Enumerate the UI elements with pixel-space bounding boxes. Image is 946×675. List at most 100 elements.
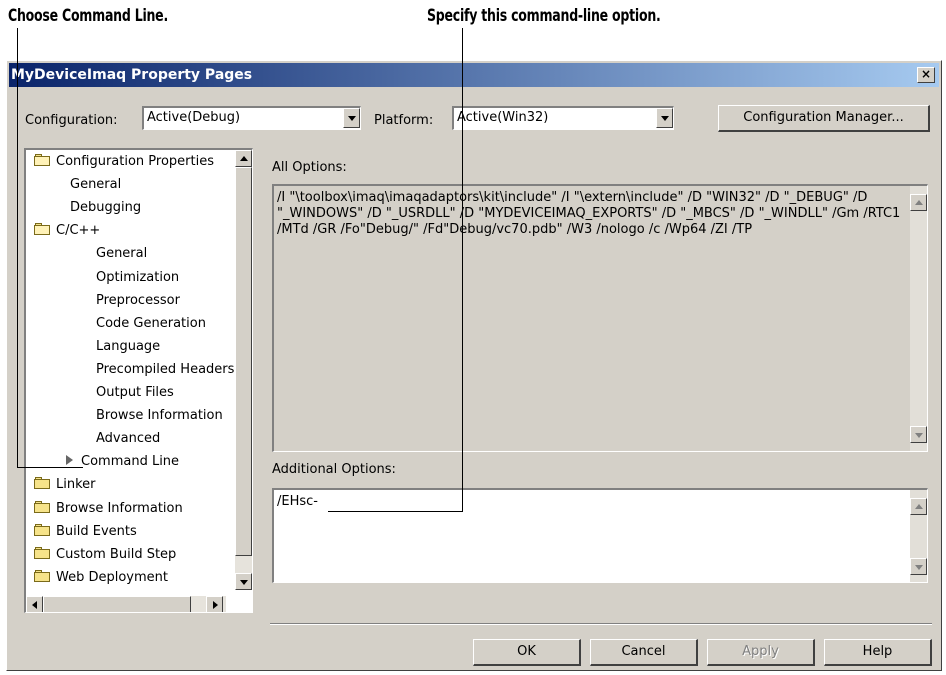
selected-arrow-icon [66, 455, 73, 466]
tree-item-label: Optimization [96, 269, 180, 285]
tree-scroll-thumb[interactable] [235, 167, 252, 556]
all-options-textbox[interactable]: /I "\toolbox\imaq\imaqadaptors\kit\inclu… [272, 184, 928, 452]
tree-item-label: Language [96, 338, 161, 354]
tree-scroll-left-button[interactable] [26, 596, 43, 612]
arrow-up-icon [915, 200, 923, 205]
close-button[interactable]: × [917, 67, 935, 83]
callout-line-right-horizontal [328, 511, 463, 512]
tree-item-label: Command Line [81, 454, 180, 470]
title-bar: MyDeviceImaq Property Pages × [9, 63, 939, 87]
tree-item-output-files[interactable]: Output Files [96, 383, 174, 405]
tree-item-debugging[interactable]: Debugging [70, 198, 141, 220]
tree-item-precompiled-headers[interactable]: Precompiled Headers [96, 360, 234, 382]
tree-item-label: Code Generation [96, 315, 206, 331]
tree-vertical-scrollbar[interactable] [235, 150, 252, 590]
arrow-right-icon [213, 601, 218, 609]
tree-item-code-generation[interactable]: Code Generation [96, 314, 206, 336]
dialog-title: MyDeviceImaq Property Pages [11, 67, 253, 83]
callout-specify-option: Specify this command-line option. [427, 6, 661, 26]
property-tree[interactable]: Configuration Properties General Debugging… [24, 148, 253, 613]
configuration-value: Active(Debug) [147, 110, 241, 125]
tree-item-label: Web Deployment [56, 569, 168, 585]
arrow-down-icon [915, 433, 923, 438]
tree-item-command-line[interactable]: Command Line [66, 452, 179, 474]
tree-item-label: Custom Build Step [56, 546, 177, 562]
tree-scroll-down-button[interactable] [235, 573, 252, 590]
tree-item-label: Preprocessor [96, 292, 180, 308]
folder-icon [34, 546, 51, 559]
callout-line-left-horizontal [17, 467, 83, 468]
tree-item-configuration-properties[interactable]: Configuration Properties [34, 152, 214, 174]
additional-options-scrollbar[interactable] [910, 490, 927, 582]
tree-item-label: Output Files [96, 385, 174, 400]
platform-select[interactable]: Active(Win32) [452, 106, 674, 130]
tree-item-optimization[interactable]: Optimization [96, 268, 179, 290]
cancel-button[interactable]: Cancel [590, 639, 698, 666]
tree-item-cpp-general[interactable]: General [96, 244, 147, 266]
tree-item-preprocessor[interactable]: Preprocessor [96, 291, 180, 313]
configuration-label: Configuration: [25, 113, 118, 128]
configuration-manager-button[interactable]: Configuration Manager... [718, 105, 930, 132]
tree-item-web-deployment[interactable]: Web Deployment [34, 568, 168, 590]
additional-options-scroll-up[interactable] [910, 498, 927, 515]
callout-choose-command-line: Choose Command Line. [8, 6, 168, 26]
callout-line-left-vertical [17, 28, 18, 468]
arrow-down-icon [240, 580, 248, 585]
all-options-text: /I "\toolbox\imaq\imaqadaptors\kit\inclu… [277, 190, 905, 237]
arrow-up-icon [915, 504, 923, 509]
apply-button[interactable]: Apply [707, 639, 815, 666]
tree-scroll-right-button[interactable] [206, 596, 223, 612]
configuration-dropdown-button[interactable] [343, 108, 360, 128]
help-button[interactable]: Help [824, 639, 932, 666]
folder-icon [34, 523, 51, 536]
tree-item-label: Advanced [96, 431, 161, 447]
tree-item-label: Build Events [56, 523, 137, 539]
tree-item-browse-information-folder[interactable]: Browse Information [34, 499, 183, 521]
all-options-scroll-down[interactable] [910, 426, 927, 443]
folder-icon [34, 500, 51, 513]
tree-item-label: Linker [56, 477, 96, 493]
arrow-left-icon [32, 601, 37, 609]
all-options-label: All Options: [272, 160, 347, 175]
all-options-scrollbar[interactable] [910, 186, 927, 451]
chevron-down-icon [661, 116, 669, 121]
tree-item-general[interactable]: General [70, 175, 121, 197]
folder-icon [34, 569, 51, 582]
folder-icon [34, 477, 51, 490]
tree-scroll-up-button[interactable] [235, 150, 252, 167]
platform-value: Active(Win32) [457, 110, 549, 125]
platform-label: Platform: [374, 113, 434, 128]
tree-item-language[interactable]: Language [96, 337, 160, 359]
all-options-scroll-up[interactable] [910, 194, 927, 211]
tree-item-label: Precompiled Headers [96, 361, 235, 377]
arrow-up-icon [240, 156, 248, 161]
tree-item-build-events[interactable]: Build Events [34, 522, 137, 544]
tree-item-label: C/C++ [56, 223, 101, 239]
additional-options-scroll-down[interactable] [910, 558, 927, 575]
additional-options-textbox[interactable]: /EHsc- [272, 488, 928, 583]
chevron-down-icon [348, 116, 356, 121]
configuration-select[interactable]: Active(Debug) [142, 106, 361, 130]
callout-line-right-vertical [462, 28, 463, 512]
footer-separator [270, 623, 932, 625]
tree-item-label: General [96, 246, 148, 262]
close-icon: × [920, 67, 932, 81]
tree-item-label: Browse Information [96, 408, 223, 424]
ok-button[interactable]: OK [473, 639, 581, 666]
folder-open-icon [34, 223, 51, 236]
tree-item-linker[interactable]: Linker [34, 475, 96, 497]
tree-item-custom-build-step[interactable]: Custom Build Step [34, 545, 176, 567]
tree-item-label: Configuration Properties [56, 154, 214, 169]
additional-options-text: /EHsc- [277, 494, 318, 509]
tree-item-label: Browse Information [56, 500, 183, 516]
tree-item-advanced[interactable]: Advanced [96, 429, 160, 451]
tree-item-cpp[interactable]: C/C++ [34, 221, 100, 243]
tree-hscroll-thumb[interactable] [43, 596, 191, 612]
tree-item-label: General [70, 177, 122, 193]
tree-horizontal-scrollbar[interactable] [26, 596, 226, 612]
tree-item-label: Debugging [70, 200, 142, 216]
additional-options-label: Additional Options: [272, 462, 396, 477]
arrow-down-icon [915, 565, 923, 570]
platform-dropdown-button[interactable] [656, 108, 673, 128]
tree-item-browse-information[interactable]: Browse Information [96, 406, 223, 428]
